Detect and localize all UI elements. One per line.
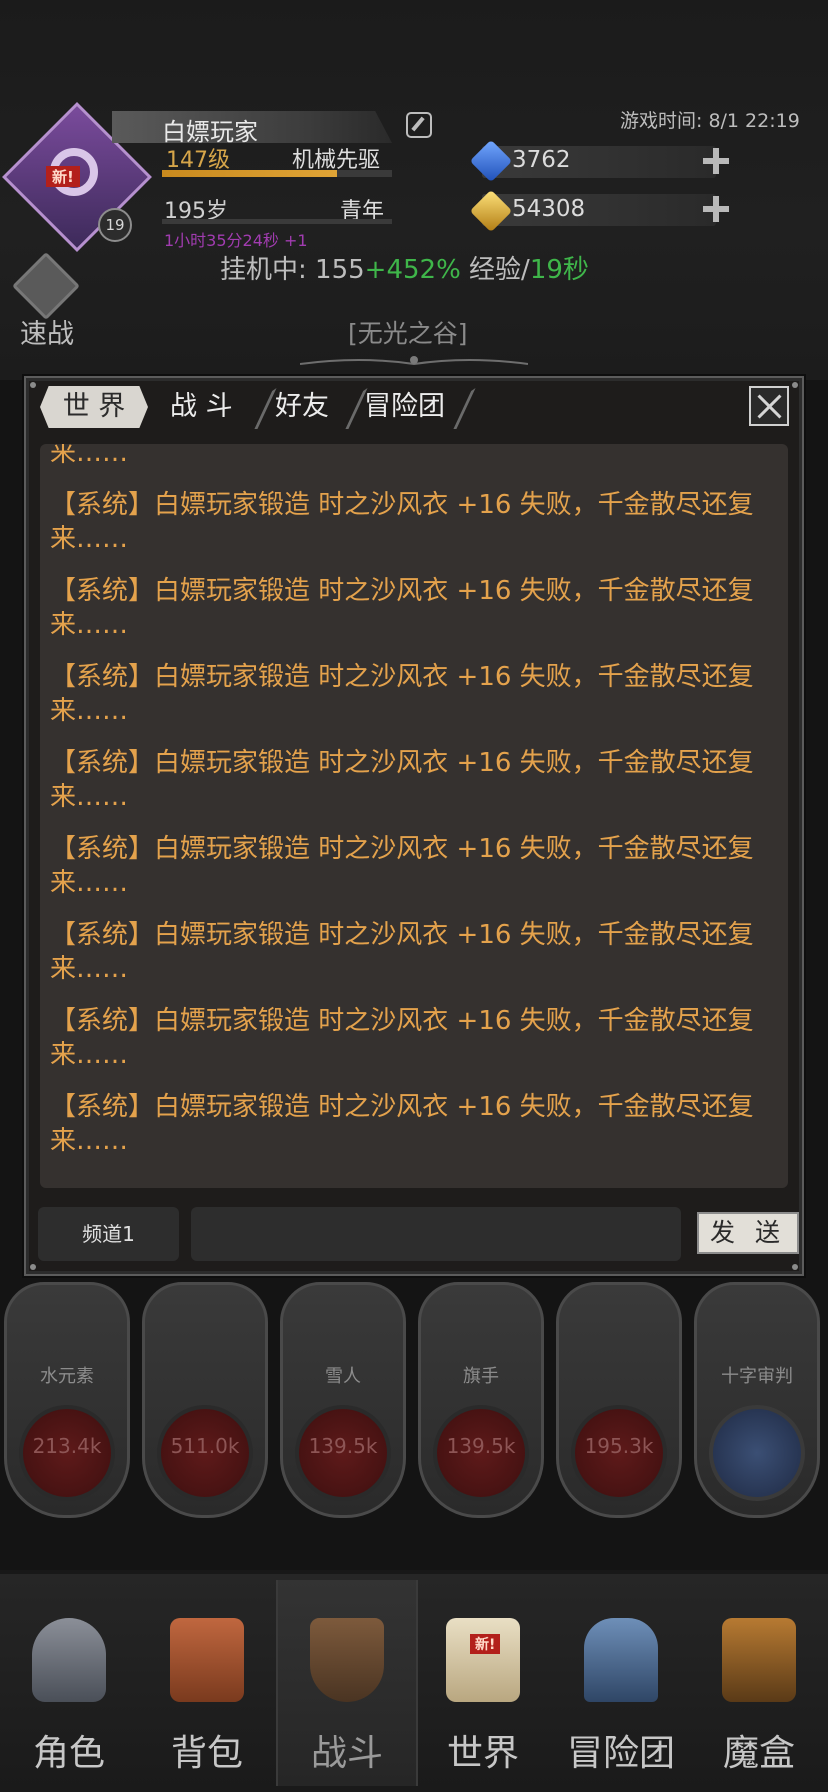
add-gold-icon[interactable] [703,196,729,222]
age-progress-bar [162,219,392,224]
monster-name: 水元素 [40,1366,94,1387]
nav-label: 冒险团 [566,1733,675,1774]
castle-icon [584,1618,658,1702]
message-list[interactable]: 【系统】白嫖玩家锻造 时之沙风衣 +16 失败，千金散尽还复来…… 【系统】白嫖… [40,444,788,1188]
location-label: [无光之谷] [348,319,468,348]
tab-world[interactable]: 世 界 [40,386,148,428]
add-gems-icon[interactable] [703,148,729,174]
game-time: 游戏时间: 8/1 22:19 [620,110,800,132]
close-button[interactable] [749,386,789,426]
panel-rivet [30,1264,36,1270]
nav-label: 角色 [32,1733,105,1774]
new-badge: 新! [470,1634,501,1654]
system-message: 【系统】白嫖玩家锻造 时之沙风衣 +16 失败，千金散尽还复来…… [50,576,754,640]
monster-hp: 195.3k [584,1434,654,1458]
system-message: 【系统】白嫖玩家锻造 时之沙风衣 +16 失败，千金散尽还复来…… [50,920,754,984]
monster-name: 旗手 [463,1366,499,1387]
chat-input[interactable] [191,1207,681,1261]
message-scroll: 【系统】白嫖玩家锻造 时之沙风衣 +16 失败，千金散尽还复来…… 【系统】白嫖… [40,444,788,1176]
nav-guild[interactable]: 冒险团 [552,1580,690,1786]
idle-status: 挂机中: 155+452% 经验/19秒 [220,249,589,286]
edit-icon[interactable] [406,112,432,138]
idle-prefix: 挂机中: 155 [220,255,365,285]
idle-bonus: +452% [364,255,461,285]
nav-magic-box[interactable]: 魔盒 [690,1580,828,1786]
channel-select[interactable]: 频道1 [38,1207,179,1261]
system-message: 【系统】白嫖玩家锻造 时之沙风衣 +16 失败，千金散尽还复来…… [50,748,754,812]
gold-amount: 54308 [512,196,586,222]
system-message: 【系统】白嫖玩家锻造 时之沙风衣 +16 失败，千金散尽还复来…… [50,444,129,468]
nav-character[interactable]: 角色 [0,1580,138,1786]
nav-label: 魔盒 [722,1733,795,1774]
monster-hp: 139.5k [308,1434,378,1458]
ornament-divider [300,356,528,366]
monster-hp: 213.4k [32,1434,102,1458]
nav-label: 背包 [170,1733,243,1774]
avatar-level-badge: 19 [98,208,132,242]
tab-guild[interactable]: 冒险团 [364,386,445,428]
cross-shield-icon [709,1405,805,1501]
system-message: 【系统】白嫖玩家锻造 时之沙风衣 +16 失败，千金散尽还复来…… [50,1092,754,1156]
system-message: 【系统】白嫖玩家锻造 时之沙风衣 +16 失败，千金散尽还复来…… [50,490,754,554]
age-timer: 1小时35分24秒 +1 [164,231,308,250]
system-message: 【系统】白嫖玩家锻造 时之沙风衣 +16 失败，千金散尽还复来…… [50,1006,754,1070]
boss-name: 十字审判 [721,1366,793,1387]
panel-rivet [792,382,798,388]
level-progress-fill [162,170,337,177]
send-button[interactable]: 发 送 [697,1212,799,1254]
magic-box-icon [722,1618,796,1702]
system-message: 【系统】白嫖玩家锻造 时之沙风衣 +16 失败，千金散尽还复来…… [50,834,754,898]
panel-rivet [792,1264,798,1270]
monster-hp: 511.0k [170,1434,240,1458]
nav-battle[interactable]: 战斗 [276,1580,418,1786]
panel-rivet [30,382,36,388]
monster-name: 雪人 [325,1366,361,1387]
quick-battle-button[interactable]: 速战 [20,312,74,351]
nav-backpack[interactable]: 背包 [138,1580,276,1786]
tab-battle[interactable]: 战 斗 [170,386,233,428]
scroll-icon [446,1618,520,1702]
nav-world[interactable]: 新! 世界 [414,1580,552,1786]
shield-sword-icon [310,1618,384,1702]
system-message: 【系统】白嫖玩家锻造 时之沙风衣 +16 失败，千金散尽还复来…… [50,662,754,726]
idle-rate: 19秒 [529,255,589,285]
gem-amount: 3762 [512,147,571,173]
idle-mid: 经验/ [460,255,530,285]
backpack-icon [170,1618,244,1702]
nav-label: 战斗 [310,1733,383,1774]
nav-label: 世界 [446,1733,519,1774]
level-progress-bar [162,170,392,177]
helmet-icon [32,1618,106,1702]
new-badge: 新! [46,166,80,187]
tab-friends[interactable]: 好友 [275,386,329,428]
monster-hp: 139.5k [446,1434,516,1458]
